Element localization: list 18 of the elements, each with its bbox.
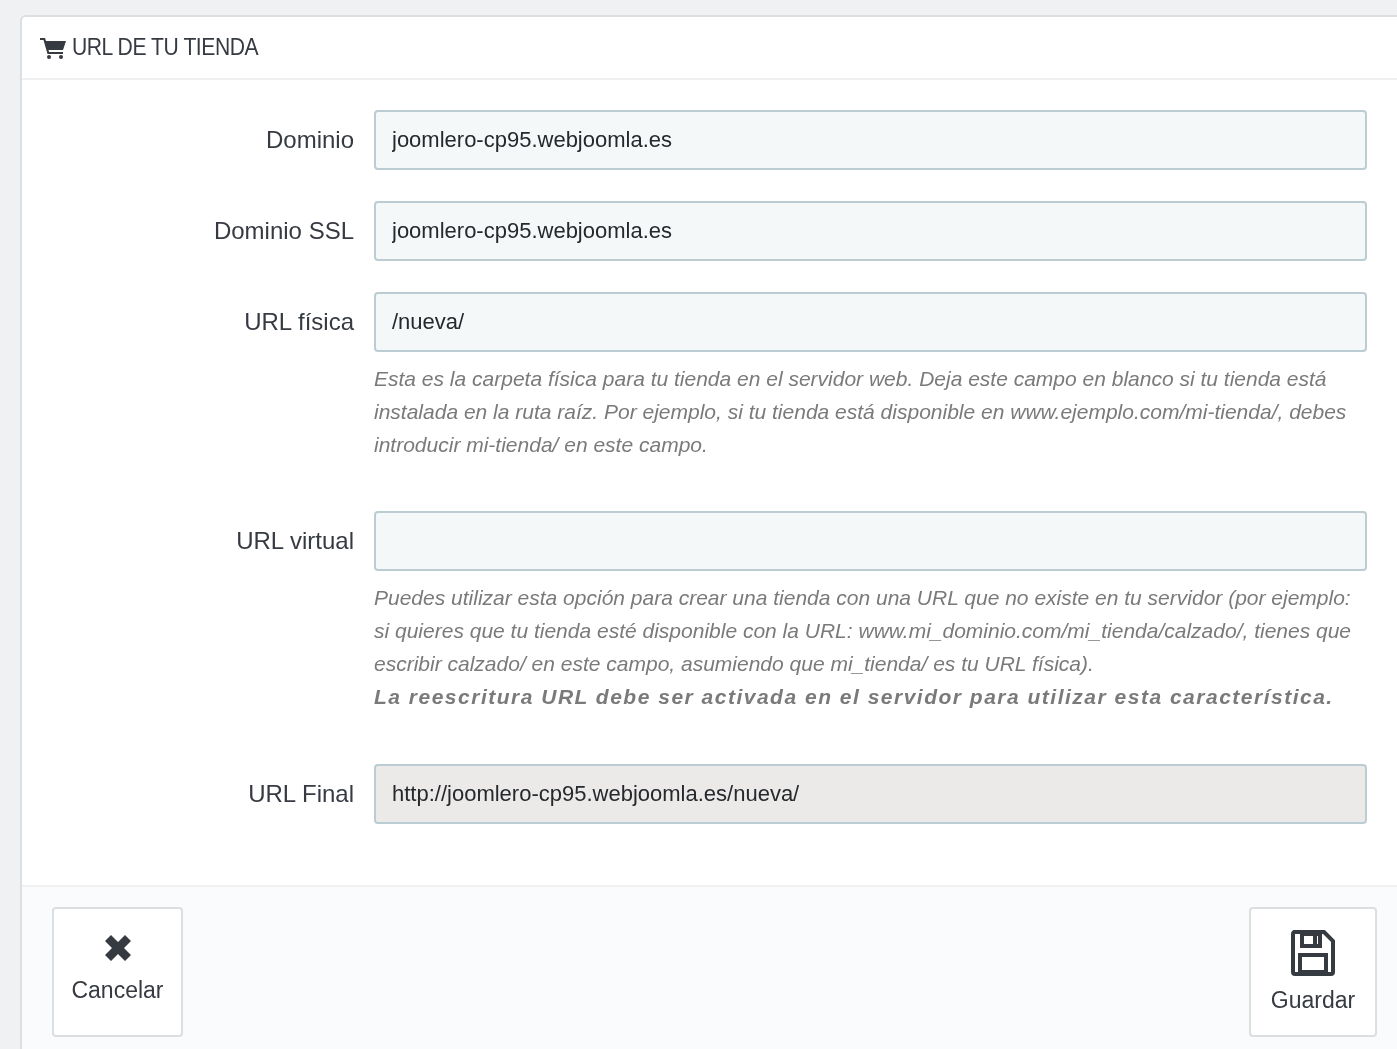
field-label: Dominio SSL <box>212 216 355 246</box>
input-field[interactable]: /nueva/ <box>374 292 1367 352</box>
warning-note: La reescritura URL debe ser activada en el servidor para utilizar esta característica. <box>374 684 1335 710</box>
help-text: Puedes utilizar esta opción para crear una tienda con una URL que no existe en tu servidor (por ejemplo: si quieres que tu tienda esté disponible con la URL: www.mi_dominio.com/mi_tienda/calzado/, tienes que escribir calzado/ en este campo, asumiendo que mi_tienda/ es tu URL física). <box>374 585 1353 677</box>
field-label: URL física <box>243 307 355 337</box>
panel-title: URL DE TU TIENDA <box>72 33 259 62</box>
cart-icon <box>40 36 66 59</box>
field-label: Dominio <box>264 125 355 155</box>
input-field[interactable]: joomlero-cp95.webjoomla.es <box>374 110 1367 170</box>
help-text: Esta es la carpeta física para tu tienda en el servidor web. Deja este campo en blanco si tu tienda está instalada en la ruta raíz. Por ejemplo, si tu tienda está disponible en www.ejemplo.com/mi-tienda/, debes introducir mi-tienda/ en este campo. <box>374 366 1348 458</box>
input-field[interactable]: joomlero-cp95.webjoomla.es <box>374 201 1367 261</box>
save-icon <box>1289 929 1337 977</box>
input-field[interactable] <box>374 511 1367 571</box>
input-field[interactable]: http://joomlero-cp95.webjoomla.es/nueva/ <box>374 764 1367 824</box>
cancel-button[interactable]: Cancelar <box>52 907 183 1037</box>
save-button[interactable]: Guardar <box>1249 907 1377 1037</box>
field-label: URL virtual <box>235 526 355 556</box>
field-label: URL Final <box>247 779 355 809</box>
